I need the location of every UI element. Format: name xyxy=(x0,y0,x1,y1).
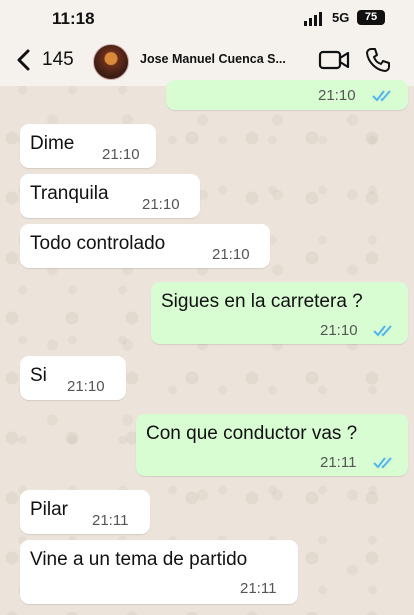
message-bubble-incoming[interactable]: Todo controlado 21:10 xyxy=(20,224,270,268)
message-time: 21:10 xyxy=(67,378,105,395)
message-time: 21:10 xyxy=(318,87,356,104)
unread-count[interactable]: 145 xyxy=(42,49,74,71)
back-chevron-icon[interactable] xyxy=(16,49,30,71)
message-text: Sigues en la carretera ? xyxy=(161,291,363,312)
message-bubble-outgoing[interactable]: Con que conductor vas ? 21:11 xyxy=(136,414,408,476)
battery-icon: 75 xyxy=(357,10,385,25)
message-text: Pilar xyxy=(30,499,69,520)
message-time: 21:10 xyxy=(320,322,358,339)
message-bubble-incoming[interactable]: Si 21:10 xyxy=(20,356,126,400)
message-text: Si xyxy=(30,365,47,386)
message-bubble-incoming[interactable]: Vine a un tema de partido 21:11 xyxy=(20,540,298,604)
message-bubble-outgoing[interactable]: 21:10 xyxy=(166,80,408,110)
message-text: Con que conductor vas ? xyxy=(146,423,358,444)
message-time: 21:11 xyxy=(240,580,277,597)
message-bubble-incoming[interactable]: Tranquila 21:10 xyxy=(20,174,200,218)
status-bar: 11:18 5G 75 xyxy=(0,0,414,36)
message-bubble-incoming[interactable]: Dime 21:10 xyxy=(20,124,156,168)
signal-icon xyxy=(304,12,322,26)
message-time: 21:11 xyxy=(320,454,357,471)
read-ticks-icon xyxy=(372,90,391,102)
message-time: 21:10 xyxy=(102,146,140,163)
chat-screen: 11:18 5G 75 145 Jose Manuel Cuenca S... … xyxy=(0,0,414,615)
message-bubble-outgoing[interactable]: Sigues en la carretera ? 21:10 xyxy=(151,282,408,344)
read-ticks-icon xyxy=(373,457,392,469)
message-time: 21:10 xyxy=(142,196,180,213)
message-text: Todo controlado xyxy=(30,233,166,254)
contact-name[interactable]: Jose Manuel Cuenca S... xyxy=(140,52,312,66)
message-time: 21:11 xyxy=(92,512,129,529)
contact-avatar[interactable] xyxy=(93,44,129,80)
phone-call-icon[interactable] xyxy=(364,46,392,74)
video-call-icon[interactable] xyxy=(318,48,350,72)
message-text: Dime xyxy=(30,133,75,154)
message-time: 21:10 xyxy=(212,246,250,263)
chat-header: 145 Jose Manuel Cuenca S... xyxy=(0,36,414,86)
message-bubble-incoming[interactable]: Pilar 21:11 xyxy=(20,490,150,534)
status-time: 11:18 xyxy=(52,9,95,28)
read-ticks-icon xyxy=(373,325,392,337)
message-text: Tranquila xyxy=(30,183,109,204)
network-type: 5G xyxy=(332,10,350,25)
message-text: Vine a un tema de partido xyxy=(30,549,248,570)
